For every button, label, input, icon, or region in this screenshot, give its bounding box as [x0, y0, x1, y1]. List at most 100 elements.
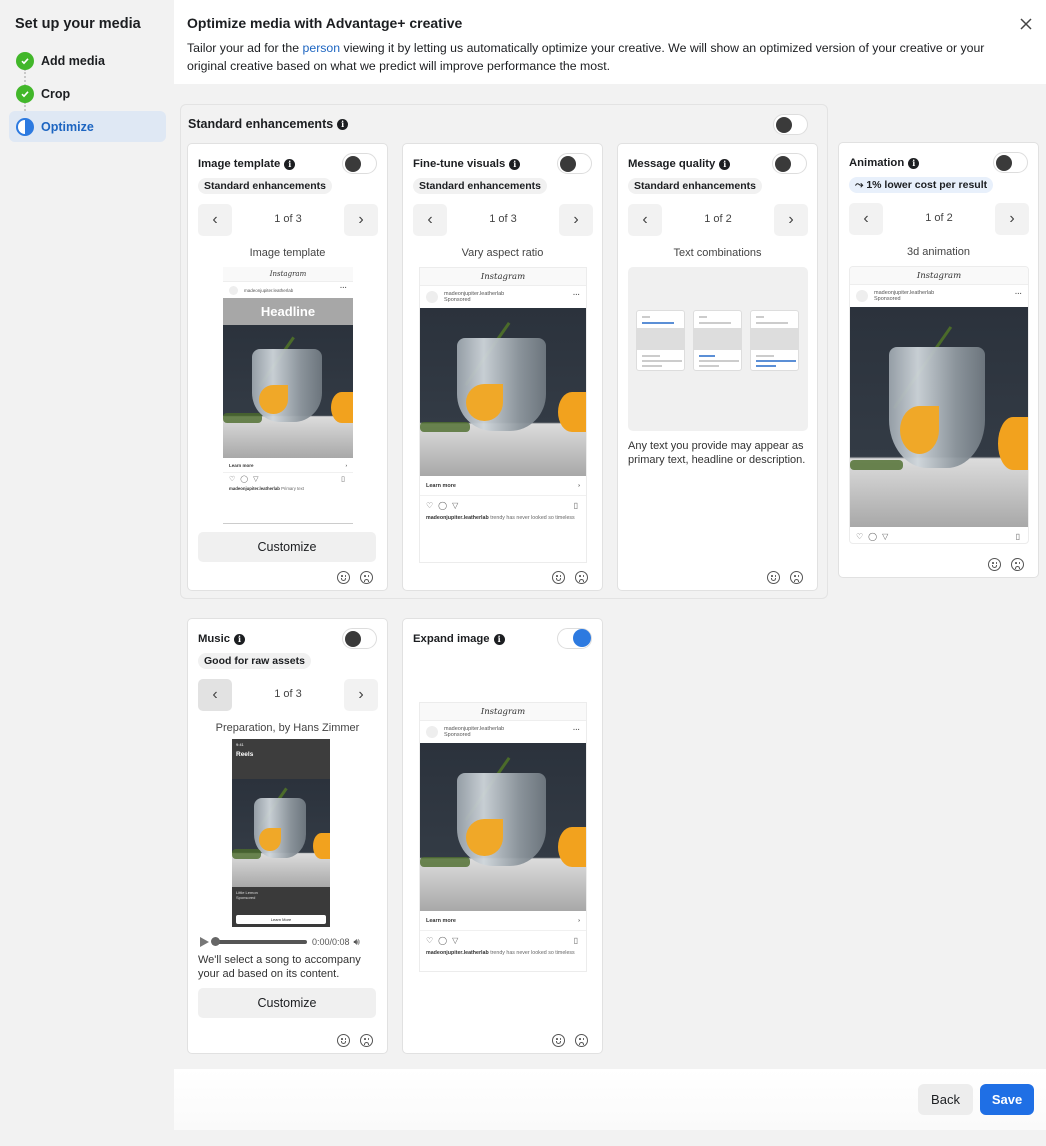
- caption-text: trendy has never looked so timeless: [490, 515, 575, 521]
- smile-icon[interactable]: [988, 558, 1001, 571]
- chip-text: 1% lower cost per result: [866, 179, 988, 191]
- step-crop[interactable]: Crop: [9, 78, 166, 109]
- frown-icon[interactable]: [1011, 558, 1024, 571]
- text-variant-mockup: [750, 310, 799, 371]
- step-label: Crop: [41, 86, 71, 101]
- card-title-text: Music: [198, 633, 231, 645]
- ig-account-info: madeonjupiter.leatherlab Sponsored: [874, 290, 934, 302]
- smile-icon[interactable]: [337, 571, 350, 584]
- expand-image-toggle[interactable]: [557, 628, 592, 649]
- optimization-area: Standard enhancements i Image template i S…: [174, 84, 1046, 1069]
- caption-text: Primary text: [281, 486, 304, 491]
- standard-enhancements-toggle[interactable]: [773, 114, 808, 135]
- ig-caption: madeonjupiter.leatherlab trendy has neve…: [420, 949, 586, 957]
- customize-button[interactable]: Customize: [198, 532, 376, 562]
- cta-text: Learn more: [426, 917, 456, 924]
- smile-icon[interactable]: [767, 571, 780, 584]
- card-fine-tune-visuals: Fine-tune visuals i Standard enhancements…: [402, 143, 603, 591]
- text-variant-mockup: [693, 310, 742, 371]
- info-icon[interactable]: i: [284, 158, 296, 170]
- info-icon[interactable]: i: [509, 158, 521, 170]
- smile-icon[interactable]: [552, 571, 565, 584]
- learn-more-row: Learn more ›: [420, 476, 586, 496]
- back-button[interactable]: Back: [918, 1084, 973, 1115]
- card-expand-image: Expand image i Instagram madeonjupiter.le…: [402, 618, 603, 1054]
- desc-text: Tailor your ad for the: [187, 41, 303, 55]
- toggle-knob: [345, 631, 361, 647]
- info-icon[interactable]: i: [234, 633, 246, 645]
- standard-enhancements-group: Standard enhancements i Image template i S…: [180, 104, 828, 599]
- ig-account-info: madeonjupiter.leatherlab Sponsored: [444, 726, 504, 738]
- info-icon[interactable]: i: [493, 633, 505, 645]
- avatar: [856, 290, 868, 302]
- frown-icon[interactable]: [575, 571, 588, 584]
- person-link[interactable]: person: [303, 41, 341, 55]
- instagram-preview: Instagram madeonjupiter.leatherlab Sponso…: [419, 267, 587, 563]
- info-icon[interactable]: i: [719, 158, 731, 170]
- ad-photo: [850, 307, 1028, 527]
- audio-scrubber[interactable]: [211, 937, 307, 946]
- next-button[interactable]: ›: [559, 204, 593, 236]
- card-animation: Animation i ⤳ 1% lower cost per result ‹ …: [838, 142, 1039, 578]
- avatar: [229, 285, 238, 295]
- ig-account-row: madeonjupiter.leatherlab Sponsored ···: [420, 721, 586, 743]
- frown-icon[interactable]: [360, 571, 373, 584]
- music-description: We'll select a song to accompany your ad…: [198, 954, 361, 980]
- more-icon: ···: [573, 292, 580, 299]
- next-button[interactable]: ›: [995, 203, 1029, 235]
- image-template-toggle[interactable]: [342, 153, 377, 174]
- category-chip: Standard enhancements: [198, 178, 332, 194]
- music-toggle[interactable]: [342, 628, 377, 649]
- feedback: [552, 571, 588, 584]
- step-label: Optimize: [41, 119, 94, 134]
- learn-more-row: Learn more ›: [420, 911, 586, 931]
- category-chip: Standard enhancements: [628, 178, 762, 194]
- frown-icon[interactable]: [575, 1034, 588, 1047]
- step-add-media[interactable]: Add media: [9, 45, 166, 76]
- step-optimize[interactable]: Optimize: [9, 111, 166, 142]
- next-button[interactable]: ›: [774, 204, 808, 236]
- group-title: Standard enhancements i: [188, 117, 349, 131]
- smile-icon[interactable]: [337, 1034, 350, 1047]
- more-icon: ···: [340, 285, 347, 292]
- feedback: [337, 1034, 373, 1047]
- chevron-right-icon: ›: [788, 211, 794, 228]
- info-icon[interactable]: i: [337, 118, 349, 130]
- save-button[interactable]: Save: [980, 1084, 1034, 1115]
- ig-actions: ♡ ◯ ▽ ▯: [223, 473, 353, 485]
- animation-toggle[interactable]: [993, 152, 1028, 173]
- bookmark-icon: ▯: [1015, 531, 1020, 541]
- ig-account-row: madeonjupiter.leatherlab Sponsored ···: [850, 285, 1028, 307]
- sidebar-title: Set up your media: [15, 16, 141, 32]
- caption-text: trendy has never looked so timeless: [490, 950, 575, 956]
- reel-cta: Learn More: [236, 915, 326, 924]
- reels-title: Reels: [236, 751, 254, 758]
- toggle-knob: [996, 155, 1012, 171]
- customize-button[interactable]: Customize: [198, 988, 376, 1018]
- smile-icon[interactable]: [552, 1034, 565, 1047]
- trend-icon: ⤳: [855, 179, 867, 191]
- volume-icon[interactable]: 🔊︎: [354, 937, 360, 948]
- category-chip: Standard enhancements: [413, 178, 547, 194]
- next-button[interactable]: ›: [344, 204, 378, 236]
- frown-icon[interactable]: [790, 571, 803, 584]
- sponsored-label: Sponsored: [874, 296, 901, 302]
- fine-tune-visuals-toggle[interactable]: [557, 153, 592, 174]
- close-icon[interactable]: [1018, 16, 1034, 32]
- share-icon: ▽: [882, 531, 889, 541]
- bookmark-icon: ▯: [573, 935, 578, 945]
- heart-icon: ♡: [426, 500, 434, 510]
- ad-photo: [420, 743, 586, 911]
- comment-icon: ◯: [438, 935, 448, 945]
- learn-more-row: Learn more ›: [223, 458, 353, 473]
- info-icon[interactable]: i: [908, 157, 920, 169]
- chevron-right-icon: ›: [345, 462, 348, 468]
- instagram-preview: Instagram madeonjupiter.leatherlab Sponso…: [849, 266, 1029, 544]
- message-quality-toggle[interactable]: [772, 153, 807, 174]
- play-icon[interactable]: [200, 937, 209, 947]
- text-combinations-illustration: [628, 267, 808, 431]
- variant-label: 3d animation: [907, 246, 970, 258]
- frown-icon[interactable]: [360, 1034, 373, 1047]
- card-title-text: Message quality: [628, 158, 716, 170]
- next-button[interactable]: ›: [344, 679, 378, 711]
